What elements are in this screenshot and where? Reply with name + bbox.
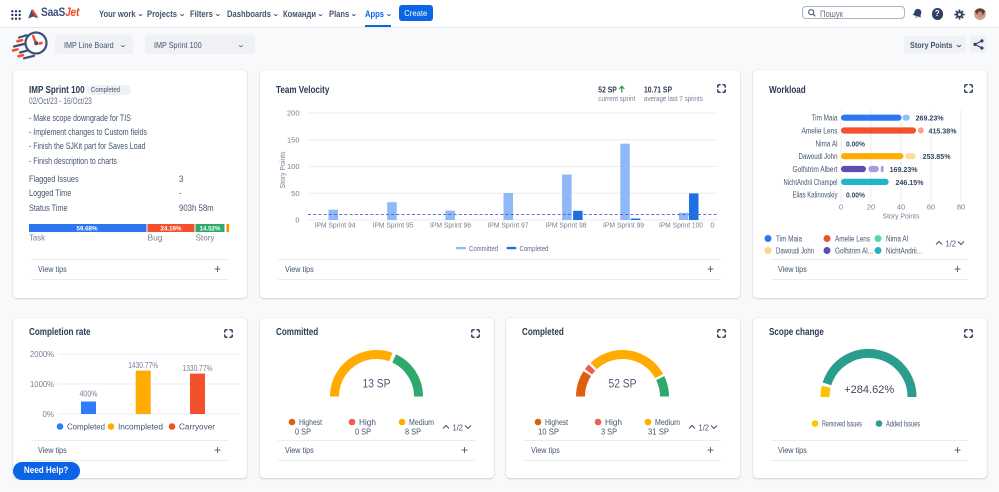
- svg-text:NichtAndrii...: NichtAndrii...: [886, 247, 922, 256]
- svg-text:IPM Sprint 97: IPM Sprint 97: [488, 221, 529, 230]
- svg-text:169.23%: 169.23%: [890, 165, 918, 174]
- svg-text:400%: 400%: [80, 390, 98, 399]
- svg-text:Story Points: Story Points: [883, 212, 920, 221]
- svg-text:0.00%: 0.00%: [846, 191, 865, 200]
- svg-text:IPM Sprint 96: IPM Sprint 96: [430, 221, 471, 230]
- svg-text:Golfstrim Al...: Golfstrim Al...: [835, 247, 873, 256]
- svg-text:415.38%: 415.38%: [929, 126, 957, 135]
- svg-text:Golfstrim Albert: Golfstrim Albert: [793, 165, 839, 174]
- svg-text:14.52%: 14.52%: [200, 225, 221, 232]
- svg-text:Carryover: Carryover: [179, 423, 215, 432]
- svg-text:1000%: 1000%: [30, 380, 54, 389]
- svg-text:NichtAndrii Champel: NichtAndrii Champel: [784, 178, 838, 187]
- svg-text:Medium: Medium: [409, 418, 434, 427]
- svg-text:1430.77%: 1430.77%: [128, 361, 158, 370]
- svg-text:Completed: Completed: [67, 423, 105, 432]
- svg-text:High: High: [359, 418, 376, 427]
- svg-text:Tim Maia: Tim Maia: [776, 235, 802, 244]
- svg-text:High: High: [605, 418, 622, 427]
- svg-text:Committed: Committed: [469, 244, 498, 253]
- svg-text:246.15%: 246.15%: [896, 178, 924, 187]
- svg-text:3 SP: 3 SP: [601, 428, 617, 437]
- svg-text:31 SP: 31 SP: [648, 428, 669, 437]
- svg-text:IPM Sprint 100: IPM Sprint 100: [659, 221, 703, 230]
- svg-text:Story Points: Story Points: [278, 151, 287, 188]
- svg-text:8 SP: 8 SP: [405, 428, 421, 437]
- svg-text:Dawoudi John: Dawoudi John: [776, 247, 814, 256]
- svg-text:Nima Al: Nima Al: [886, 235, 908, 244]
- svg-text:0: 0: [295, 216, 299, 225]
- svg-text:20: 20: [867, 203, 875, 212]
- svg-text:Elias Kalinovskiy: Elias Kalinovskiy: [793, 191, 838, 200]
- svg-text:Removed Issues: Removed Issues: [822, 420, 862, 429]
- svg-text:IPM Sprint 99: IPM Sprint 99: [603, 221, 644, 230]
- svg-text:80: 80: [957, 203, 965, 212]
- svg-text:0 SP: 0 SP: [295, 428, 311, 437]
- svg-text:IPM Sprint 95: IPM Sprint 95: [373, 221, 414, 230]
- svg-text:59.68%: 59.68%: [77, 225, 98, 232]
- svg-text:40: 40: [897, 203, 905, 212]
- svg-text:Amelie Lens: Amelie Lens: [802, 126, 838, 135]
- svg-text:IPM Sprint 94: IPM Sprint 94: [315, 221, 356, 230]
- svg-text:Story: Story: [196, 234, 215, 243]
- svg-text:24.19%: 24.19%: [161, 225, 182, 232]
- svg-text:60: 60: [927, 203, 935, 212]
- svg-text:Incompleted: Incompleted: [118, 423, 163, 432]
- svg-text:Nima Al: Nima Al: [816, 139, 838, 148]
- svg-text:2000%: 2000%: [30, 350, 54, 359]
- svg-text:52 SP: 52 SP: [609, 377, 637, 391]
- svg-text:Medium: Medium: [655, 418, 680, 427]
- svg-text:Dawoudi John: Dawoudi John: [799, 152, 838, 161]
- svg-text:253.85%: 253.85%: [923, 152, 951, 161]
- svg-text:current sprint: current sprint: [598, 94, 636, 103]
- svg-text:Highest: Highest: [299, 418, 323, 427]
- svg-text:Highest: Highest: [545, 418, 569, 427]
- svg-text:150: 150: [287, 135, 300, 144]
- svg-text:10 SP: 10 SP: [538, 428, 559, 437]
- svg-text:IPM Sprint 98: IPM Sprint 98: [546, 221, 587, 230]
- svg-text:average last 7 sprints: average last 7 sprints: [644, 94, 703, 103]
- svg-text:0.00%: 0.00%: [846, 139, 865, 148]
- svg-text:0 SP: 0 SP: [355, 428, 371, 437]
- svg-text:50: 50: [291, 189, 299, 198]
- svg-text:1330.77%: 1330.77%: [183, 364, 213, 373]
- svg-text:Completed: Completed: [520, 244, 549, 253]
- svg-text:Added Issues: Added Issues: [886, 420, 920, 429]
- svg-text:13 SP: 13 SP: [363, 377, 391, 391]
- svg-text:1/2: 1/2: [699, 424, 710, 433]
- svg-text:Bug: Bug: [148, 234, 163, 243]
- svg-text:1/2: 1/2: [946, 240, 957, 249]
- svg-text:0: 0: [839, 203, 843, 212]
- svg-text:+284.62%: +284.62%: [844, 384, 894, 396]
- svg-text:200: 200: [287, 109, 300, 118]
- svg-text:0%: 0%: [42, 410, 54, 419]
- svg-text:Amelie Lens: Amelie Lens: [835, 235, 870, 244]
- svg-text:269.23%: 269.23%: [916, 114, 944, 123]
- svg-text:1/2: 1/2: [453, 424, 464, 433]
- svg-text:Task: Task: [29, 234, 46, 243]
- svg-text:Tim Maia: Tim Maia: [812, 114, 838, 123]
- svg-text:0: 0: [710, 221, 714, 230]
- svg-text:100: 100: [287, 162, 300, 171]
